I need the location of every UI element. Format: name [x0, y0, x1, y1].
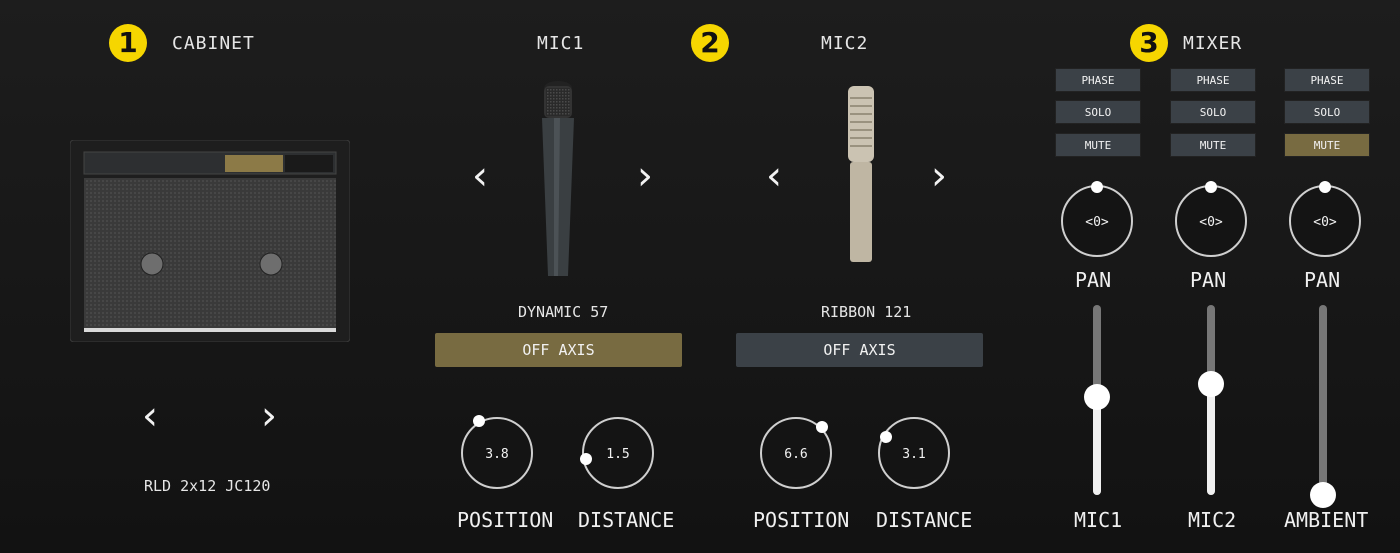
- mic2-distance-label: DISTANCE: [876, 508, 973, 532]
- mic1-mute-button[interactable]: MUTE: [1055, 133, 1141, 157]
- mic2-prev-chevron-left-icon[interactable]: ‹: [760, 154, 788, 198]
- ambient-phase-button[interactable]: PHASE: [1284, 68, 1370, 92]
- mic1-image: [532, 80, 584, 280]
- mic2-mute-button[interactable]: MUTE: [1170, 133, 1256, 157]
- mic1-off-axis-button[interactable]: OFF AXIS: [435, 333, 682, 367]
- mic1-fader-track[interactable]: [1084, 305, 1110, 495]
- ambient-channel-name: AMBIENT: [1284, 508, 1369, 532]
- step-1-badge: 1: [109, 24, 147, 62]
- mic1-position-knob[interactable]: 3.8: [457, 413, 537, 493]
- cabinet-image: [69, 139, 351, 343]
- cabinet-title: CABINET: [172, 33, 255, 54]
- step-2-badge: 2: [691, 24, 729, 62]
- ambient-mute-button[interactable]: MUTE: [1284, 133, 1370, 157]
- mic2-position-knob[interactable]: 6.6: [756, 413, 836, 493]
- mic1-pan-label: PAN: [1075, 268, 1112, 292]
- mic1-pan-knob[interactable]: <0>: [1058, 181, 1136, 259]
- cabinet-next-chevron-right-icon[interactable]: ›: [255, 394, 283, 438]
- mic2-pan-value: <0>: [1199, 215, 1223, 230]
- mic1-phase-button[interactable]: PHASE: [1055, 68, 1141, 92]
- mic1-position-value: 3.8: [485, 447, 508, 462]
- mic1-position-label: POSITION: [457, 508, 554, 532]
- mic1-distance-value: 1.5: [606, 447, 629, 462]
- mic2-distance-knob[interactable]: 3.1: [874, 413, 954, 493]
- mic1-pan-value: <0>: [1085, 215, 1109, 230]
- mixer-title: MIXER: [1183, 33, 1243, 54]
- mic2-off-axis-button[interactable]: OFF AXIS: [736, 333, 983, 367]
- mic2-phase-button[interactable]: PHASE: [1170, 68, 1256, 92]
- mic2-fader-track[interactable]: [1198, 305, 1224, 495]
- mic2-next-chevron-right-icon[interactable]: ›: [925, 154, 953, 198]
- mic2-title: MIC2: [821, 33, 869, 54]
- step-3-badge: 3: [1130, 24, 1168, 62]
- mic1-distance-label: DISTANCE: [578, 508, 675, 532]
- mic1-name: DYNAMIC 57: [518, 303, 609, 321]
- mic1-fader-handle[interactable]: [1084, 384, 1110, 410]
- ambient-pan-value: <0>: [1313, 215, 1337, 230]
- mic2-image: [846, 86, 876, 266]
- ambient-fader-handle[interactable]: [1310, 482, 1336, 508]
- mic1-next-chevron-right-icon[interactable]: ›: [631, 154, 659, 198]
- cabinet-name: RLD 2x12 JC120: [144, 477, 271, 495]
- mic1-distance-knob[interactable]: 1.5: [578, 413, 658, 493]
- mic2-pan-label: PAN: [1190, 268, 1227, 292]
- mic2-position-value: 6.6: [784, 447, 807, 462]
- mic2-distance-value: 3.1: [902, 447, 925, 462]
- mic2-fader-handle[interactable]: [1198, 371, 1224, 397]
- mic2-pan-knob[interactable]: <0>: [1172, 181, 1250, 259]
- cabinet-prev-chevron-left-icon[interactable]: ‹: [136, 394, 164, 438]
- mic1-solo-button[interactable]: SOLO: [1055, 100, 1141, 124]
- ambient-solo-button[interactable]: SOLO: [1284, 100, 1370, 124]
- ambient-pan-knob[interactable]: <0>: [1286, 181, 1364, 259]
- mic-cabinet-plugin: 1 CABINET ‹ › RLD 2x12 JC120 MIC1 2 ‹ › …: [0, 0, 1400, 553]
- mic1-channel-name: MIC1: [1074, 508, 1123, 532]
- mic2-channel-name: MIC2: [1188, 508, 1237, 532]
- mic2-name: RIBBON 121: [821, 303, 912, 321]
- mic1-title: MIC1: [537, 33, 585, 54]
- ambient-fader-track[interactable]: [1310, 305, 1336, 508]
- mic2-solo-button[interactable]: SOLO: [1170, 100, 1256, 124]
- ambient-pan-label: PAN: [1304, 268, 1341, 292]
- mic2-position-label: POSITION: [753, 508, 850, 532]
- mic1-prev-chevron-left-icon[interactable]: ‹: [466, 154, 494, 198]
